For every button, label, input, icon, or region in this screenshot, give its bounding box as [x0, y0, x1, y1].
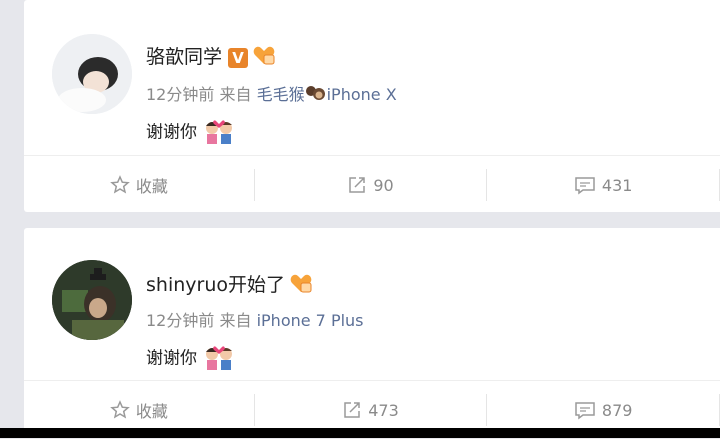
- favorite-button[interactable]: 收藏: [24, 169, 255, 201]
- author-name[interactable]: 骆歆同学 V: [146, 42, 276, 71]
- client-name[interactable]: 毛毛猴: [257, 85, 305, 104]
- action-bar: 收藏 90 431: [24, 155, 720, 214]
- monkey-icon: [305, 84, 327, 108]
- repost-icon: [349, 177, 366, 193]
- star-icon: [109, 175, 130, 194]
- bottom-edge-bar: [0, 428, 720, 438]
- from-label: 来自: [219, 311, 252, 330]
- post-text: 谢谢你: [146, 342, 235, 375]
- post-card: 骆歆同学 V 12分钟前 来自 毛毛猴 iPhone X 谢谢你 收藏 90 4…: [24, 0, 720, 212]
- repost-icon: [344, 402, 360, 418]
- post-meta: 12分钟前 来自 iPhone 7 Plus: [146, 307, 364, 331]
- star-icon: [109, 400, 130, 419]
- comment-icon: [575, 177, 595, 195]
- repost-button[interactable]: 473: [255, 394, 488, 426]
- comment-button[interactable]: 879: [487, 394, 720, 426]
- author-name[interactable]: shinyruo开始了: [146, 270, 313, 299]
- favorite-button[interactable]: 收藏: [24, 394, 255, 426]
- from-label: 来自: [219, 85, 252, 104]
- repost-button[interactable]: 90: [255, 169, 488, 201]
- couple-heart-emoji: [203, 116, 235, 149]
- verified-badge-icon: V: [228, 47, 249, 68]
- client-device[interactable]: iPhone 7 Plus: [257, 311, 364, 330]
- post-time[interactable]: 12分钟前: [146, 311, 214, 330]
- post-text: 谢谢你: [146, 116, 235, 149]
- client-device[interactable]: iPhone X: [327, 85, 397, 104]
- avatar[interactable]: [52, 34, 132, 114]
- comment-icon: [575, 402, 595, 420]
- couple-heart-emoji: [203, 342, 235, 375]
- post-time[interactable]: 12分钟前: [146, 85, 214, 104]
- post-meta: 12分钟前 来自 毛毛猴 iPhone X: [146, 81, 397, 108]
- fan-badge-icon: [289, 272, 313, 299]
- comment-button[interactable]: 431: [487, 169, 720, 201]
- fan-badge-icon: [252, 44, 276, 71]
- post-card: shinyruo开始了 12分钟前 来自 iPhone 7 Plus 谢谢你 收…: [24, 228, 720, 438]
- avatar[interactable]: [52, 260, 132, 340]
